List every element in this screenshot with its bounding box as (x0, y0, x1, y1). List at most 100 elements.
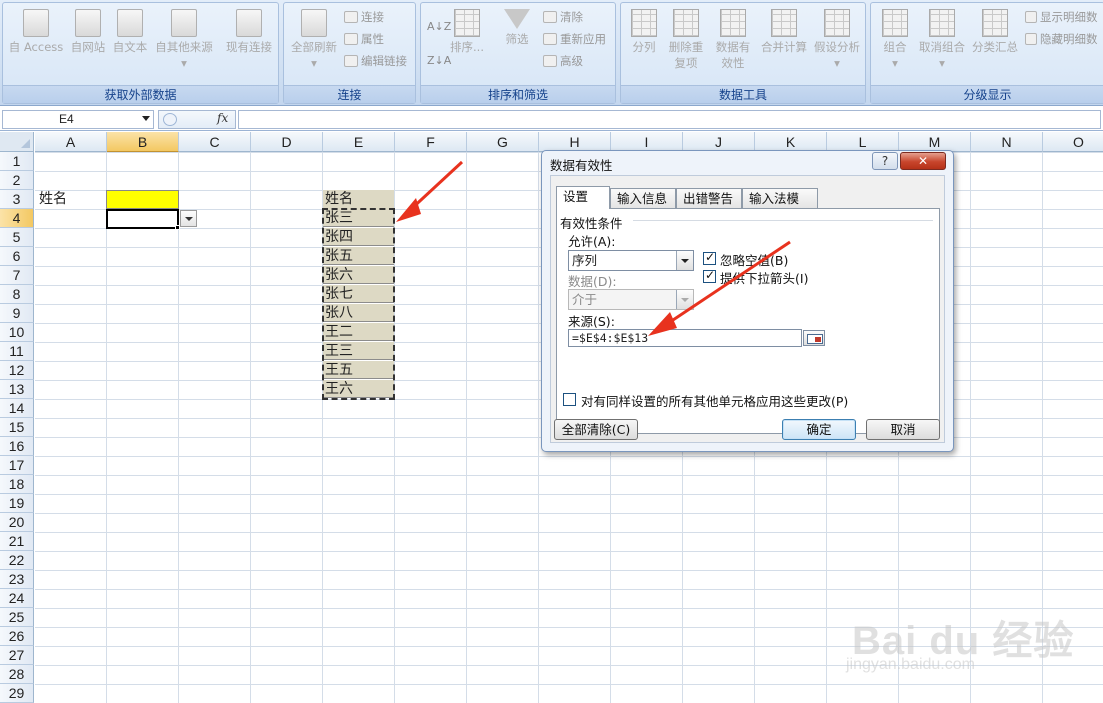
reapply-button[interactable]: 重新应用 (543, 30, 606, 48)
column-header-N[interactable]: N (971, 132, 1043, 152)
cancel-formula-icon[interactable] (163, 113, 177, 126)
insert-function-icon[interactable]: fx (217, 111, 228, 125)
row-header-29[interactable]: 29 (0, 684, 34, 703)
row-header-6[interactable]: 6 (0, 247, 34, 266)
row-header-18[interactable]: 18 (0, 475, 34, 494)
consolidate-button[interactable]: 合并计算 (759, 9, 809, 55)
column-header-I[interactable]: I (611, 132, 683, 152)
text-to-columns-button[interactable]: 分列 (625, 9, 663, 55)
row-header-15[interactable]: 15 (0, 418, 34, 437)
from-text-button[interactable]: 自文本 (109, 9, 151, 55)
row-header-27[interactable]: 27 (0, 646, 34, 665)
row-header-3[interactable]: 3 (0, 190, 34, 209)
apply-all-label[interactable]: 对有同样设置的所有其他单元格应用这些更改(P) (581, 391, 848, 410)
allow-select[interactable]: 序列 (568, 250, 694, 271)
ungroup-button[interactable]: 取消组合 ▾ (917, 9, 967, 71)
row-header-8[interactable]: 8 (0, 285, 34, 304)
cancel-button[interactable]: 取消 (866, 419, 940, 440)
row-header-4[interactable]: 4 (0, 209, 34, 228)
select-all-button[interactable] (0, 132, 34, 152)
row-header-7[interactable]: 7 (0, 266, 34, 285)
tab-settings[interactable]: 设置 (556, 186, 610, 209)
ignore-blank-label[interactable]: 忽略空值(B) (720, 250, 788, 269)
remove-duplicates-button[interactable]: 删除重复项 (665, 9, 707, 71)
cell-A3[interactable]: 姓名 (37, 190, 67, 209)
ok-button[interactable]: 确定 (782, 419, 856, 440)
chevron-down-icon[interactable] (142, 116, 150, 121)
column-header-O[interactable]: O (1043, 132, 1103, 152)
from-web-button[interactable]: 自网站 (67, 9, 109, 55)
row-header-21[interactable]: 21 (0, 532, 34, 551)
from-other-sources-button[interactable]: 自其他来源 ▾ (151, 9, 217, 71)
existing-connections-button[interactable]: 现有连接 (221, 9, 277, 55)
column-header-M[interactable]: M (899, 132, 971, 152)
name-box[interactable]: E4 (2, 110, 154, 129)
column-header-G[interactable]: G (467, 132, 539, 152)
row-header-10[interactable]: 10 (0, 323, 34, 342)
from-access-button[interactable]: 自 Access (5, 9, 67, 55)
tab-ime-mode[interactable]: 输入法模式 (742, 188, 818, 225)
column-header-C[interactable]: C (179, 132, 251, 152)
row-header-28[interactable]: 28 (0, 665, 34, 684)
row-header-19[interactable]: 19 (0, 494, 34, 513)
row-header-11[interactable]: 11 (0, 342, 34, 361)
range-select-icon[interactable] (803, 330, 825, 346)
help-button[interactable]: ? (872, 152, 898, 170)
sort-button[interactable]: 排序... (449, 9, 485, 55)
dropdown-arrow-label[interactable]: 提供下拉箭头(I) (720, 268, 808, 287)
column-header-B[interactable]: B (107, 132, 179, 152)
column-header-A[interactable]: A (35, 132, 107, 152)
column-header-H[interactable]: H (539, 132, 611, 152)
row-header-1[interactable]: 1 (0, 152, 34, 171)
column-header-F[interactable]: F (395, 132, 467, 152)
row-header-12[interactable]: 12 (0, 361, 34, 380)
properties-button[interactable]: 属性 (344, 30, 384, 48)
row-header-24[interactable]: 24 (0, 589, 34, 608)
row-header-22[interactable]: 22 (0, 551, 34, 570)
data-validation-button[interactable]: 数据有效性 (709, 9, 757, 71)
row-header-2[interactable]: 2 (0, 171, 34, 190)
tab-input-message[interactable]: 输入信息 (610, 188, 676, 208)
column-header-L[interactable]: L (827, 132, 899, 152)
dropdown-arrow-button[interactable] (180, 210, 197, 227)
column-header-D[interactable]: D (251, 132, 323, 152)
dropdown-arrow-checkbox[interactable] (703, 268, 716, 283)
cell-B3[interactable] (106, 190, 179, 209)
group-button[interactable]: 组合 ▾ (875, 9, 915, 71)
row-header-17[interactable]: 17 (0, 456, 34, 475)
advanced-filter-button[interactable]: 高级 (543, 52, 583, 70)
edit-links-button[interactable]: 编辑链接 (344, 52, 407, 70)
sort-asc-button[interactable]: A↓Z (427, 17, 451, 35)
refresh-all-button[interactable]: 全部刷新 ▾ (286, 9, 342, 71)
formula-input[interactable] (238, 110, 1101, 129)
what-if-analysis-button[interactable]: 假设分析 ▾ (811, 9, 863, 71)
row-header-16[interactable]: 16 (0, 437, 34, 456)
subtotal-button[interactable]: 分类汇总 (969, 9, 1021, 55)
apply-all-checkbox[interactable] (563, 393, 576, 406)
row-header-25[interactable]: 25 (0, 608, 34, 627)
show-detail-button[interactable]: 显示明细数 (1025, 8, 1098, 26)
hide-detail-button[interactable]: 隐藏明细数 (1025, 30, 1098, 48)
row-header-14[interactable]: 14 (0, 399, 34, 418)
row-header-20[interactable]: 20 (0, 513, 34, 532)
tab-error-alert[interactable]: 出错警告 (676, 188, 742, 208)
chevron-down-icon[interactable] (676, 251, 693, 270)
clear-all-button[interactable]: 全部清除(C) (554, 419, 638, 440)
row-header-13[interactable]: 13 (0, 380, 34, 399)
row-header-23[interactable]: 23 (0, 570, 34, 589)
ignore-blank-checkbox[interactable] (703, 250, 716, 265)
source-input[interactable]: =$E$4:$E$13 (568, 329, 802, 347)
row-header-5[interactable]: 5 (0, 228, 34, 247)
column-header-J[interactable]: J (683, 132, 755, 152)
row-header-9[interactable]: 9 (0, 304, 34, 323)
close-button[interactable]: ✕ (900, 152, 946, 170)
row-header-26[interactable]: 26 (0, 627, 34, 646)
column-header-E[interactable]: E (323, 132, 395, 152)
filter-button[interactable]: 筛选 (499, 9, 535, 47)
cell-B4-active[interactable] (106, 209, 179, 229)
column-header-K[interactable]: K (755, 132, 827, 152)
cell-E3[interactable]: 姓名 (323, 190, 394, 209)
connections-button[interactable]: 连接 (344, 8, 384, 26)
clear-filter-button[interactable]: 清除 (543, 8, 583, 26)
sort-desc-button[interactable]: Z↓A (427, 51, 451, 69)
